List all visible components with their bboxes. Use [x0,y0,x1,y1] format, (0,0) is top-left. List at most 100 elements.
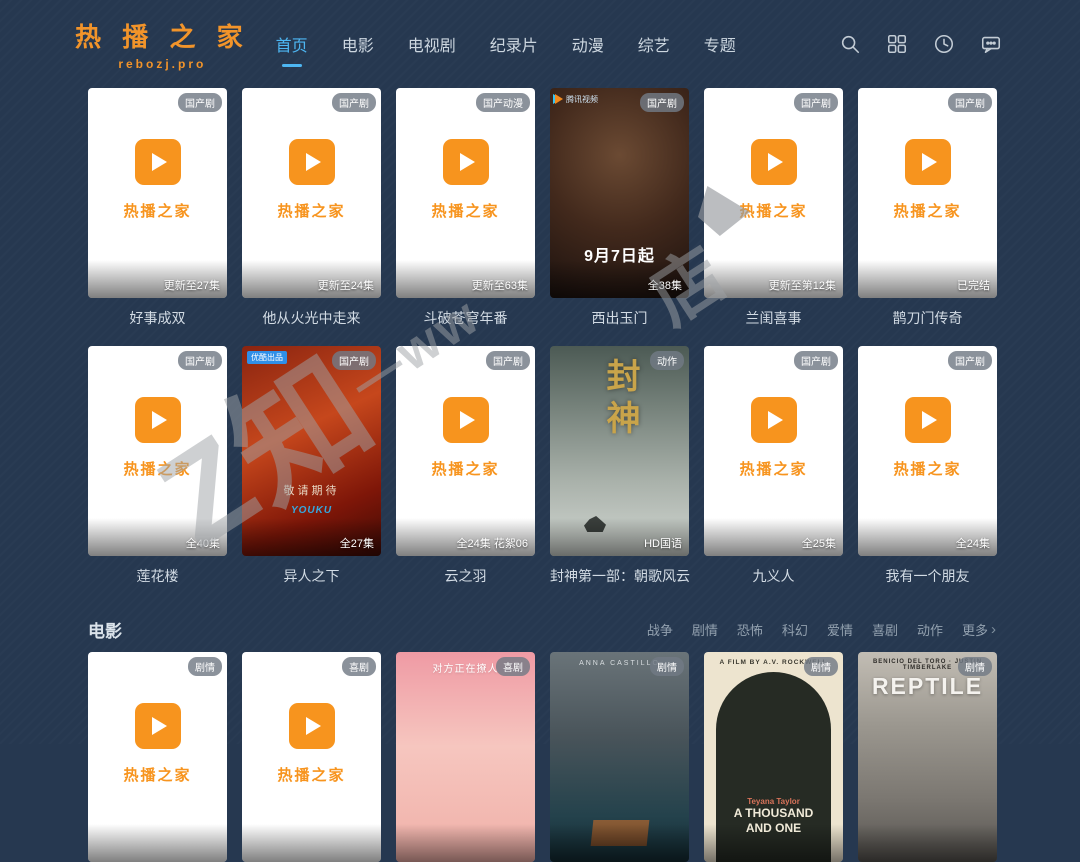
category-badge: 国产剧 [640,93,684,112]
video-card[interactable]: 热播之家 国产剧 全40集 莲花楼 [88,346,227,604]
video-card-title: 云之羽 [396,568,535,585]
apps-grid-icon[interactable] [886,33,908,55]
video-card-poster[interactable]: 热播之家 国产剧 更新至27集 [88,88,227,298]
episode-status-label: 全25集 [802,535,836,551]
site-logo-domain: rebozj.pro [118,57,206,71]
video-card-poster[interactable]: 热播之家 国产剧 全24集 [858,346,997,556]
video-card-title: 我有一个朋友 [858,568,997,585]
video-card[interactable]: 对方正在撩人喜剧 [396,652,535,862]
nav-item-0[interactable]: 首页 [276,32,308,56]
genre-filter-more[interactable]: 更多› [962,620,996,639]
poster-bottom-shade [396,824,535,862]
genre-filter-6[interactable]: 动作 [917,620,943,639]
video-card[interactable]: 热播之家 国产剧 全25集 九义人 [704,346,843,604]
video-card-poster[interactable]: 热播之家 国产剧 已完结 [858,88,997,298]
video-card[interactable]: 热播之家 国产动漫 更新至63集 斗破苍穹年番 [396,88,535,346]
category-badge: 剧情 [804,657,838,676]
poster-text: 腾讯视频 [566,94,598,105]
video-card-poster[interactable]: 封神动作 HD国语 [550,346,689,556]
poster-text: 9月7日起 [550,242,689,266]
episode-status-label: 全27集 [340,535,374,551]
poster-bottom-shade [550,824,689,862]
drama-card-grid: 热播之家 国产剧 更新至27集 好事成双 热播之家 国产剧 更新至24集 他从火… [88,88,996,604]
poster-text: A THOUSAND AND ONE [704,806,843,836]
video-card-poster[interactable]: 热播之家 国产动漫 更新至63集 [396,88,535,298]
genre-filter-3[interactable]: 科幻 [782,620,808,639]
video-card-poster[interactable]: A FILM BY A.V. ROCKWELLTeyana TaylorA TH… [704,652,843,862]
video-card-poster[interactable]: 热播之家 喜剧 [242,652,381,862]
video-card-title: 鹊刀门传奇 [858,310,997,327]
video-card[interactable]: 热播之家 国产剧 更新至27集 好事成双 [88,88,227,346]
video-card-title: 好事成双 [88,310,227,327]
video-card-poster[interactable]: 腾讯视频 9月7日起 国产剧 全38集 [550,88,689,298]
category-badge: 国产剧 [794,93,838,112]
top-navigation-bar: 热 播 之 家 rebozj.pro 首页 电影 电视剧 纪录片 动漫 综艺 专题 [0,0,1080,88]
category-badge: 剧情 [188,657,222,676]
video-card-poster[interactable]: 热播之家 剧情 [88,652,227,862]
video-card[interactable]: 热播之家 国产剧 全24集 我有一个朋友 [858,346,997,604]
genre-filter-4[interactable]: 爱情 [827,620,853,639]
video-card[interactable]: 热播之家 喜剧 [242,652,381,862]
feedback-icon[interactable] [980,33,1002,55]
video-card[interactable]: 封神动作 HD国语 封神第一部：朝歌风云 [550,346,689,604]
history-icon[interactable] [933,33,955,55]
video-card-poster[interactable]: 热播之家 国产剧 全40集 [88,346,227,556]
chevron-right-icon: › [991,622,996,637]
placeholder-brand-text: 热播之家 [893,200,961,221]
category-badge: 动作 [650,351,684,370]
nav-item-2[interactable]: 电视剧 [408,32,456,56]
play-button-icon [443,139,489,185]
genre-filter-0[interactable]: 战争 [647,620,673,639]
video-card-poster[interactable]: 热播之家 国产剧 更新至24集 [242,88,381,298]
movie-card-grid: 热播之家 剧情 热播之家 喜剧 对方正在撩人喜剧 ANNA CASTILLO剧情 [88,652,996,862]
nav-item-4[interactable]: 动漫 [572,32,604,56]
poster-provider-logo-icon [555,94,563,104]
poster-bottom-shade [858,824,997,862]
poster-text: Teyana Taylor [704,797,843,806]
video-card-poster[interactable]: ANNA CASTILLO剧情 [550,652,689,862]
nav-item-5[interactable]: 综艺 [638,32,670,56]
play-button-icon [905,397,951,443]
category-badge: 国产剧 [948,351,992,370]
video-card[interactable]: 热播之家 剧情 [88,652,227,862]
video-card[interactable]: 优酷出品敬请期待YOUKU国产剧 全27集 异人之下 [242,346,381,604]
video-card[interactable]: 腾讯视频9月7日起国产剧 全38集 西出玉门 [550,88,689,346]
placeholder-brand-text: 热播之家 [893,458,961,479]
category-badge: 喜剧 [342,657,376,676]
nav-item-1[interactable]: 电影 [342,32,374,56]
nav-item-6[interactable]: 专题 [704,32,736,56]
video-card-poster[interactable]: 对方正在撩人喜剧 [396,652,535,862]
video-card-poster[interactable]: 热播之家 国产剧 全24集 花絮06 [396,346,535,556]
video-card[interactable]: BENICIO DEL TORO · JUSTIN TIMBERLAKEREPT… [858,652,997,862]
poster-text: REPTILE [858,673,997,700]
video-card-poster[interactable]: BENICIO DEL TORO · JUSTIN TIMBERLAKEREPT… [858,652,997,862]
video-card[interactable]: A FILM BY A.V. ROCKWELLTeyana TaylorA TH… [704,652,843,862]
episode-status-label: 全24集 [956,535,990,551]
genre-filter-2[interactable]: 恐怖 [737,620,763,639]
video-card-title: 斗破苍穹年番 [396,310,535,327]
episode-status-label: 全38集 [648,277,682,293]
placeholder-brand-text: 热播之家 [123,200,191,221]
placeholder-brand-text: 热播之家 [739,458,807,479]
video-card[interactable]: ANNA CASTILLO剧情 [550,652,689,862]
video-card-poster[interactable]: 优酷出品敬请期待YOUKU国产剧 全27集 [242,346,381,556]
video-card[interactable]: 热播之家 国产剧 更新至第12集 兰闺喜事 [704,88,843,346]
genre-filter-1[interactable]: 剧情 [692,620,718,639]
search-icon[interactable] [839,33,861,55]
video-card[interactable]: 热播之家 国产剧 更新至24集 他从火光中走来 [242,88,381,346]
video-card-poster[interactable]: 热播之家 国产剧 全25集 [704,346,843,556]
play-button-icon [443,397,489,443]
nav-item-3[interactable]: 纪录片 [490,32,538,56]
more-label: 更多 [962,620,988,639]
video-card[interactable]: 热播之家 国产剧 全24集 花絮06 云之羽 [396,346,535,604]
video-card[interactable]: 热播之家 国产剧 已完结 鹊刀门传奇 [858,88,997,346]
video-card-title: 莲花楼 [88,568,227,585]
episode-status-label: 更新至24集 [318,277,374,293]
play-button-icon [135,703,181,749]
site-logo[interactable]: 热 播 之 家 rebozj.pro [75,17,250,71]
video-card-poster[interactable]: 热播之家 国产剧 更新至第12集 [704,88,843,298]
nav-menu: 首页 电影 电视剧 纪录片 动漫 综艺 专题 [276,32,736,56]
category-badge: 国产剧 [332,351,376,370]
episode-status-label: 更新至第12集 [769,277,836,293]
genre-filter-5[interactable]: 喜剧 [872,620,898,639]
